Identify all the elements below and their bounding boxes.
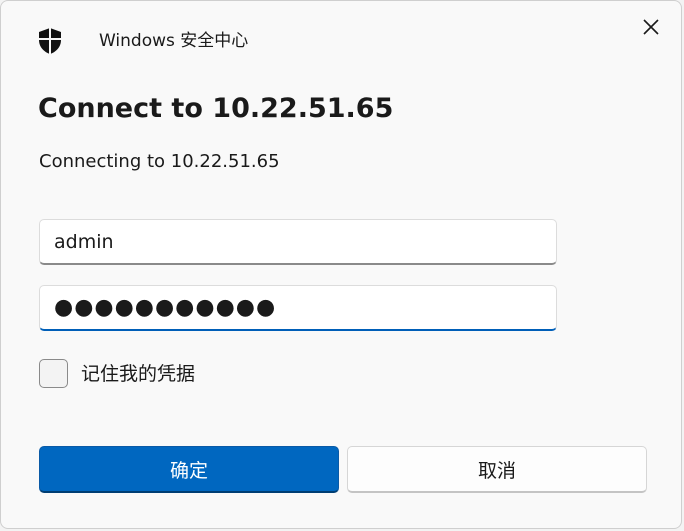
ok-button[interactable]: 确定 <box>39 446 339 493</box>
close-button[interactable] <box>631 11 671 47</box>
dialog-heading: Connect to 10.22.51.65 <box>38 93 394 124</box>
close-icon <box>643 19 659 39</box>
remember-credentials-label[interactable]: 记住我的凭据 <box>81 361 195 387</box>
shield-icon <box>37 27 63 55</box>
connection-status-text: Connecting to 10.22.51.65 <box>39 151 280 172</box>
username-field[interactable]: admin <box>39 219 557 265</box>
app-title: Windows 安全中心 <box>99 31 249 51</box>
cancel-button[interactable]: 取消 <box>347 446 647 493</box>
password-field[interactable]: ●●●●●●●●●●● <box>39 285 557 331</box>
remember-credentials-checkbox[interactable] <box>39 359 68 388</box>
credential-dialog: Windows 安全中心 Connect to 10.22.51.65 Conn… <box>0 0 682 529</box>
